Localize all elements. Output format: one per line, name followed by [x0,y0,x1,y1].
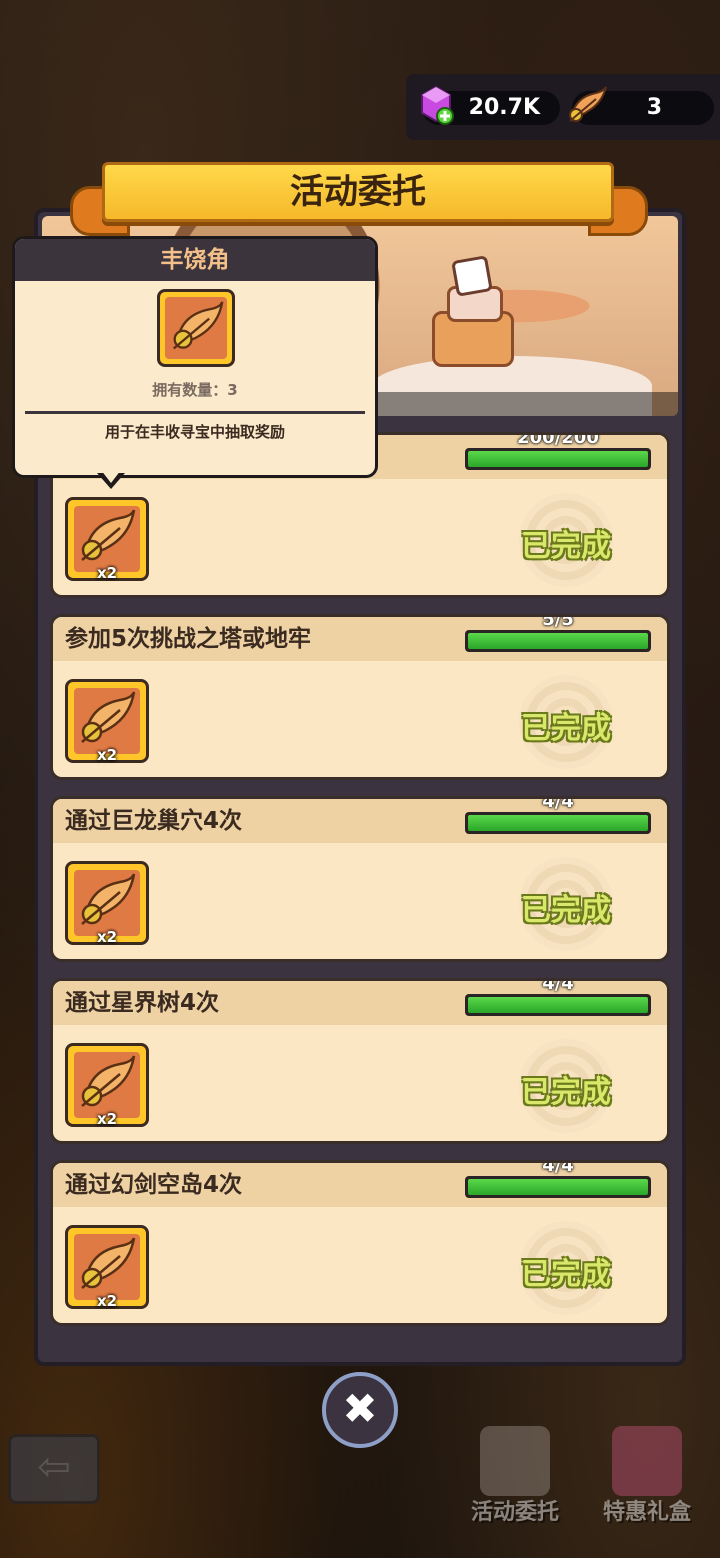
task-card-3: 通过巨龙巢穴4次 4/4 x2 已完成 [50,796,670,962]
progress-bar [465,630,651,652]
cornucopia-icon [81,873,136,925]
close-button[interactable]: ✖ [322,1372,398,1448]
cornucopia-icon [569,86,607,122]
item-tooltip: 丰饶角 拥有数量：3 用于在丰收寻宝中抽取奖励 [12,236,378,489]
status-completed: 已完成 [521,1257,611,1292]
tooltip-title: 丰饶角 [15,239,375,281]
task-card-2: 参加5次挑战之塔或地牢 5/5 x2 已完成 [50,614,670,780]
banner-dice [451,255,493,297]
tooltip-divider [25,411,365,414]
task-header: 参加5次挑战之塔或地牢 5/5 [53,617,667,661]
cornucopia-icon [81,691,136,743]
progress-bar [465,812,651,834]
task-list[interactable]: 200/200 x2 已完成 参加5次挑战之塔或地牢 5/5 x2 已完成 通过… [40,420,680,1338]
close-icon: ✖ [342,1384,378,1433]
reward-item[interactable]: x2 [65,861,149,946]
reward-item[interactable]: x2 [65,497,149,582]
reward-item[interactable]: x2 [65,679,149,764]
panel-title: 活动委托 [102,162,614,222]
task-header: 通过星界树4次 4/4 [53,981,667,1025]
status-completed: 已完成 [521,893,611,928]
gem-plus-icon [421,85,454,125]
cornucopia-icon [172,301,224,350]
progress-bar [465,1176,651,1198]
reward-quantity: x2 [96,1110,118,1128]
gem-count: 20.7K [468,95,540,120]
reward-quantity: x2 [96,928,118,946]
currency-bar: 20.7K 3 [406,74,720,140]
tooltip-description: 用于在丰收寻宝中抽取奖励 [104,423,285,441]
progress-bar [465,448,651,470]
task-card-4: 通过星界树4次 4/4 x2 已完成 [50,978,670,1144]
status-completed: 已完成 [521,529,611,564]
task-card-5: 通过幻剑空岛4次 4/4 x2 已完成 [50,1160,670,1326]
task-header: 通过幻剑空岛4次 4/4 [53,1163,667,1207]
task-header: 通过巨龙巢穴4次 4/4 [53,799,667,843]
back-button[interactable]: ⇦ [8,1434,100,1504]
horn-counter[interactable]: 3 [569,86,714,125]
horn-count: 3 [646,95,662,120]
progress-text: 4/4 [542,796,574,812]
progress-bar [465,994,651,1016]
progress-text: 5/5 [542,614,574,630]
status-completed: 已完成 [521,1075,611,1110]
progress-text: 200/200 [517,432,599,448]
progress-text: 4/4 [542,978,574,994]
progress-text: 4/4 [542,1160,574,1176]
cornucopia-icon [81,1237,136,1289]
tooltip-item-icon [157,289,235,367]
task-title: 通过幻剑空岛4次 [65,1172,243,1198]
task-title: 通过巨龙巢穴4次 [65,808,243,834]
reward-quantity: x2 [96,746,118,764]
clipboard-icon [480,1426,550,1496]
nav-special-gift-label: 特惠礼盒 [602,1500,691,1525]
reward-item[interactable]: x2 [65,1225,149,1310]
arrow-left-icon: ⇦ [37,1444,71,1490]
tooltip-owned-count: 拥有数量：3 [152,381,238,399]
gift-box-icon [612,1426,682,1496]
gem-counter[interactable]: 20.7K [421,85,560,125]
nav-event-tasks[interactable]: 活动委托 [454,1420,576,1530]
reward-item[interactable]: x2 [65,1043,149,1128]
cornucopia-icon [81,1055,136,1107]
nav-event-tasks-label: 活动委托 [470,1500,559,1525]
reward-quantity: x2 [96,1292,118,1310]
task-title: 通过星界树4次 [65,990,220,1016]
status-completed: 已完成 [521,711,611,746]
reward-quantity: x2 [96,564,118,582]
nav-special-gift[interactable]: 特惠礼盒 [586,1420,708,1530]
cornucopia-icon [81,509,136,561]
task-title: 参加5次挑战之塔或地牢 [65,626,312,652]
